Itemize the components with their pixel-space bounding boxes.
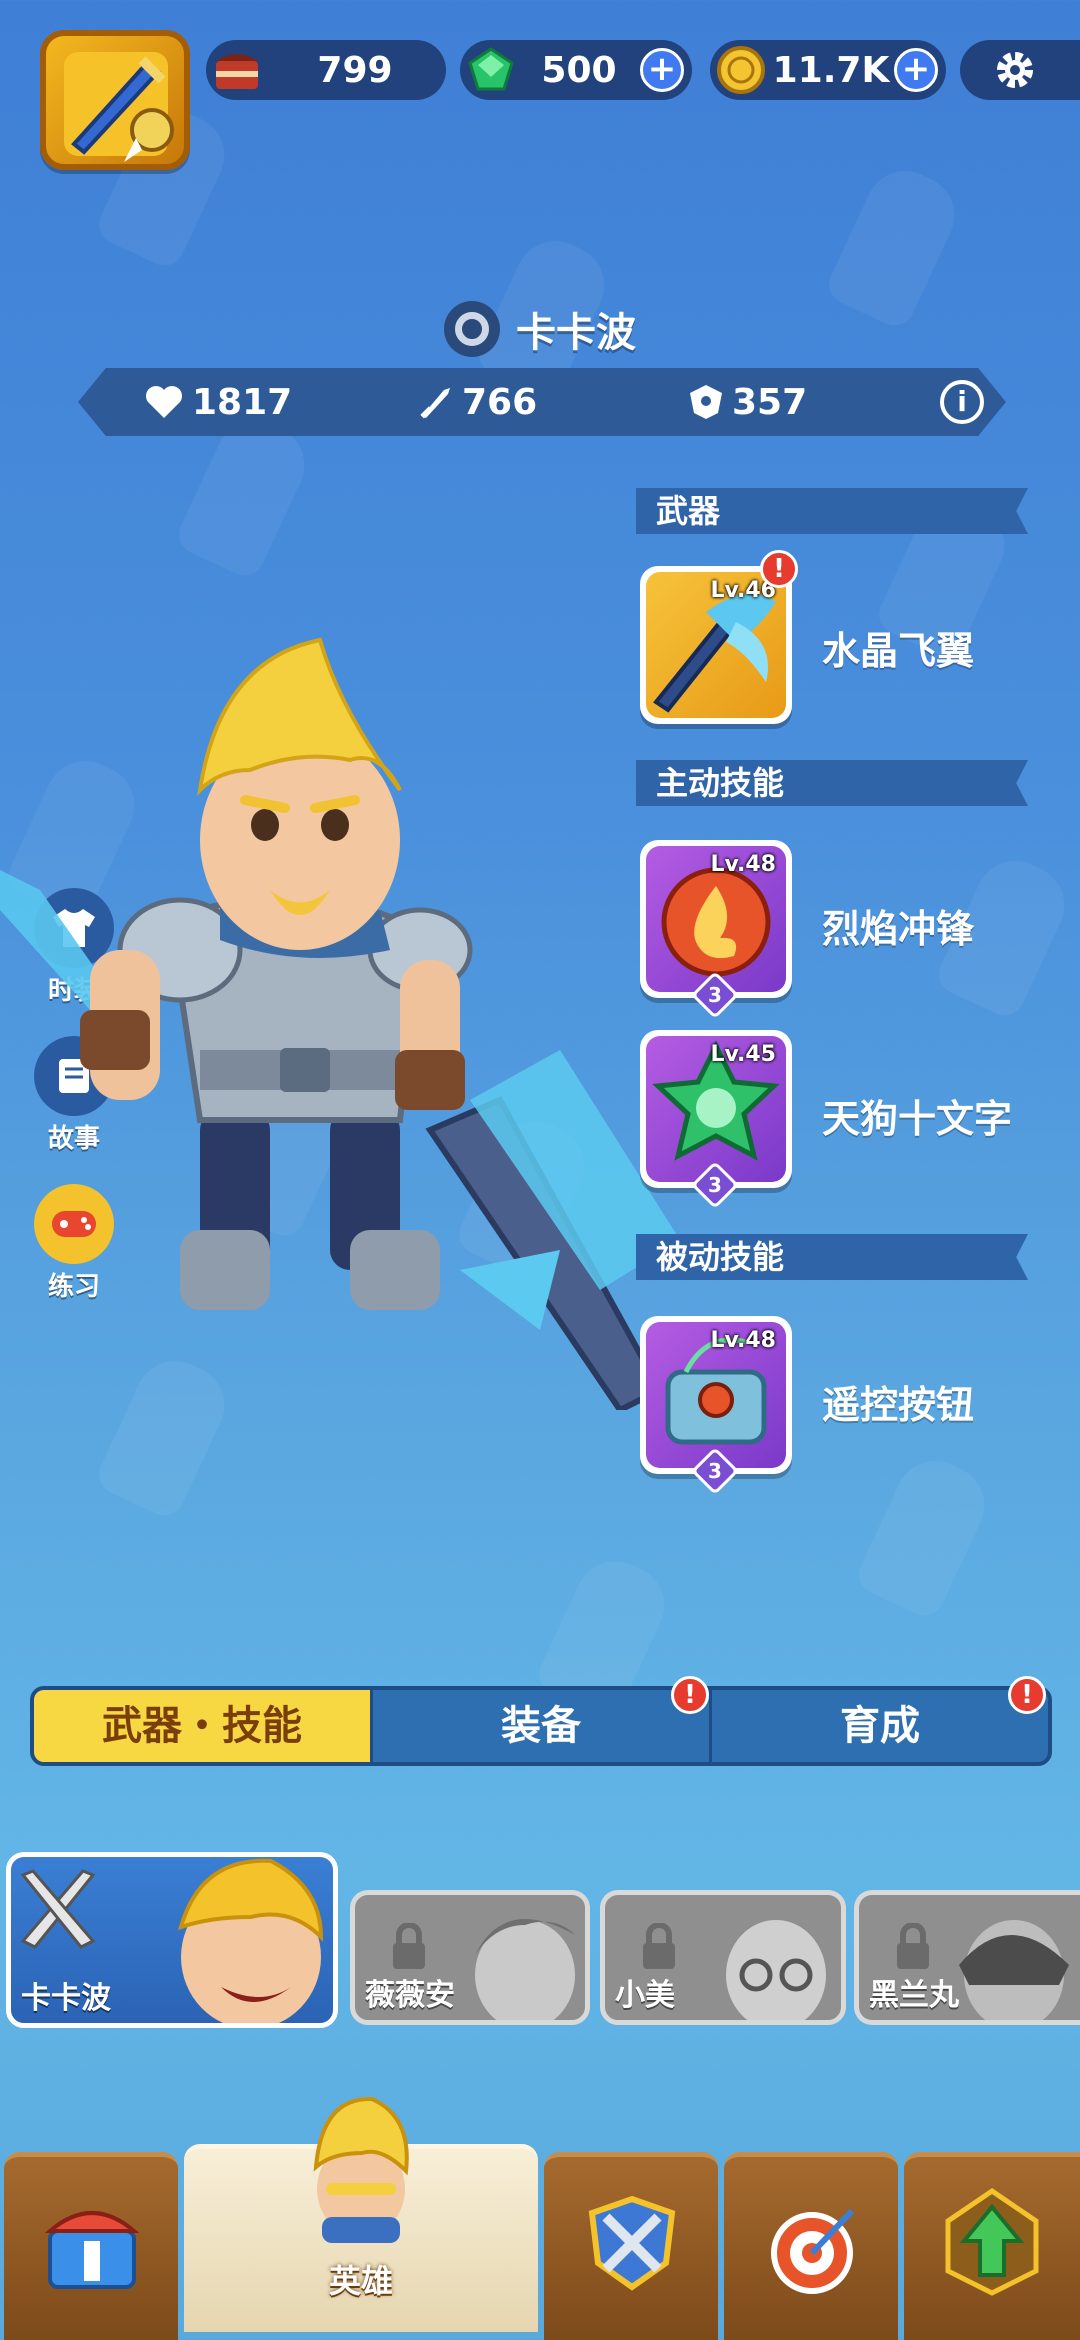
active-skill-card-1[interactable]: Lv.48 3 [640,840,792,1020]
bottom-navigation: 英雄 [0,2097,1080,2340]
tab-equipment[interactable]: 装备 ! [373,1676,712,1762]
vivian-portrait [475,1919,575,2020]
info-icon[interactable]: i [940,380,984,424]
active-skill-2-name: 天狗十文字 [822,1097,1013,1141]
add-gems-button[interactable]: + [640,48,684,92]
training-alert-badge: ! [1008,1676,1046,1714]
roster-name-kakabo: 卡卡波 [21,1981,111,2016]
upgrade-arrow-icon [945,2187,1039,2296]
tengu-cross-icon: Lv.45 [646,1036,786,1182]
passive-skill-level: Lv.48 [710,1328,776,1353]
battle-shield-icon [588,2195,676,2291]
sword-icon [420,388,450,419]
lock-icon [897,1923,929,1969]
settings-button[interactable] [960,40,1080,100]
gear-icon [997,52,1033,88]
passive-skill-name: 遥控按钮 [822,1383,975,1427]
lock-icon [643,1923,675,1969]
add-coins-button[interactable]: + [894,48,938,92]
active-skill-1-name: 烈焰冲锋 [822,907,975,951]
health-value: 1817 [192,381,293,423]
hero-tab-label: 英雄 [328,2262,393,2300]
weapon-section-label: 武器 [636,488,1028,534]
roster-card-heilanwan[interactable]: 黑兰丸 [854,1890,1080,2025]
nav-battle[interactable] [544,2152,718,2340]
active-skill-card-2[interactable]: Lv.45 3 [640,1030,792,1210]
defense-value: 357 [732,381,808,423]
target-icon [771,2208,855,2294]
gem-count: 500 [541,49,617,91]
heart-icon [146,386,182,418]
cake-resource: 799 [206,40,446,100]
gem-icon [464,43,518,97]
equipment-alert-badge: ! [671,1676,709,1714]
roster-name-xiaomei: 小美 [615,1978,675,2013]
coin-resource: 11.7K + [710,40,946,100]
player-avatar[interactable] [40,30,190,170]
kakabo-portrait [178,1858,324,2023]
hero-character-illustration [0,637,680,1410]
coin-icon [714,43,768,97]
active-skill-section-label: 主动技能 [636,760,1028,806]
active-skill-1-level: Lv.48 [710,852,776,877]
weapon-alert-badge: ! [760,550,798,588]
weapon-card[interactable]: Lv.46 ! [640,550,798,724]
hero-tab-icon [313,2097,409,2243]
nav-upgrade[interactable] [904,2152,1080,2340]
active-skill-2-level: Lv.45 [710,1042,776,1067]
health-stat: 1817 [144,382,292,423]
tab-weapon-skill[interactable]: 武器・技能 [34,1690,373,1762]
roster-card-vivian[interactable]: 薇薇安 [350,1890,590,2025]
hero-title: 卡卡波 [0,300,1080,358]
hero-name: 卡卡波 [516,310,636,356]
passive-skill-section-label: 被动技能 [636,1234,1028,1280]
roster-name-vivian: 薇薇安 [365,1978,455,2013]
remote-button-icon: Lv.48 [646,1322,786,1468]
shield-icon [690,385,722,419]
shop-chest-icon [44,2211,140,2289]
flame-charge-icon: Lv.48 [646,846,786,992]
lock-icon [393,1923,425,1969]
gem-resource: 500 + [460,40,692,100]
xiaomei-portrait [726,1920,826,2020]
heilanwan-portrait [959,1920,1069,2020]
tab-training[interactable]: 育成 ! [712,1676,1048,1762]
nav-target[interactable] [724,2152,898,2340]
weapon-name: 水晶飞翼 [822,629,975,673]
roster-card-kakabo[interactable]: 卡卡波 [6,1852,338,2028]
attack-value: 766 [462,381,538,423]
nav-shop[interactable] [4,2152,178,2340]
top-bar: 799 500 + 11.7K + [0,30,1080,170]
crossed-swords-icon [20,1869,96,1949]
defense-stat: 357 [688,382,807,423]
hero-stats-bar: 1817 766 357 i [78,368,1006,436]
passive-skill-card[interactable]: Lv.48 3 [640,1316,792,1496]
nav-hero[interactable]: 英雄 [184,2097,538,2332]
hero-rank-icon [444,301,500,357]
attack-stat: 766 [418,382,537,423]
roster-name-heilanwan: 黑兰丸 [869,1978,959,2013]
cake-icon [210,43,264,97]
cake-count: 799 [317,49,393,91]
crystal-wing-weapon-icon: Lv.46 [646,572,786,718]
hero-detail-tabs: 武器・技能 装备 ! 育成 ! [30,1676,1052,1766]
sword-shield-icon [64,52,174,162]
coin-count: 11.7K [772,49,890,91]
roster-card-xiaomei[interactable]: 小美 [600,1890,846,2025]
